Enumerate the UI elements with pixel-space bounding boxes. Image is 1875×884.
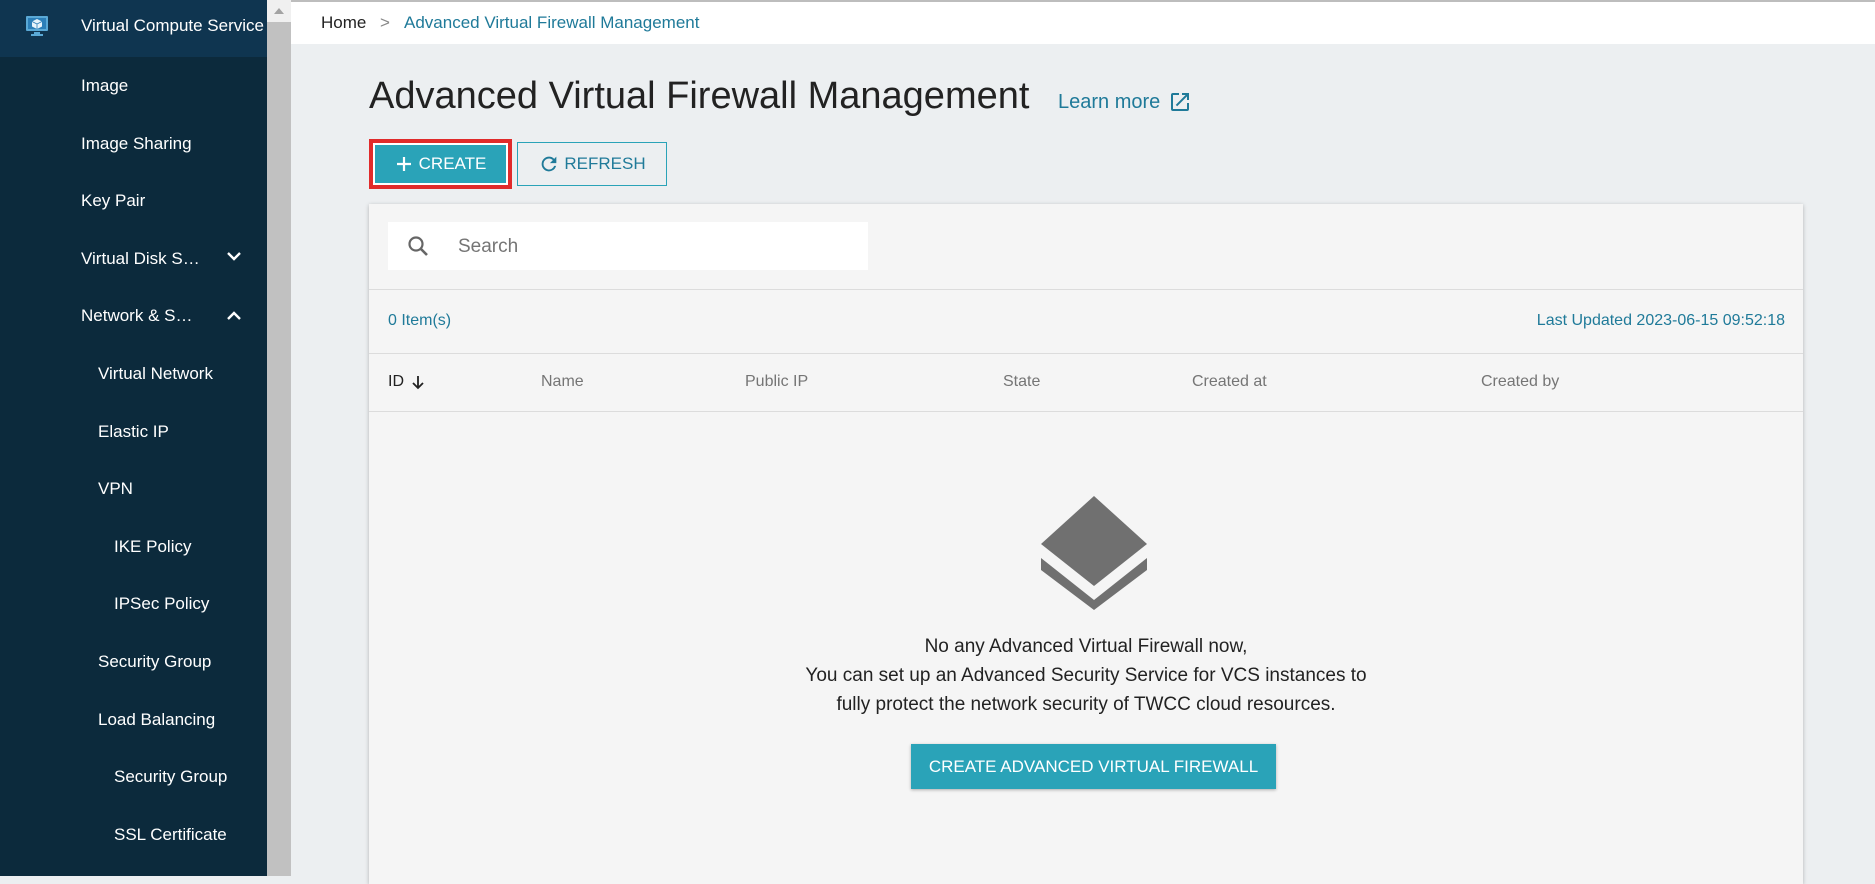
search-input[interactable] [456, 222, 860, 272]
column-header-created-by[interactable]: Created by [1481, 373, 1559, 391]
arrow-down-icon [412, 376, 424, 390]
refresh-icon [542, 156, 557, 172]
sidebar-item-lb-security-group[interactable]: Security Group [114, 767, 227, 787]
create-button[interactable]: CREATE [369, 139, 512, 189]
sidebar-item-load-balancing[interactable]: Load Balancing [98, 710, 215, 730]
items-count: 0 Item(s) [388, 312, 452, 329]
breadcrumb-home[interactable]: Home [321, 13, 366, 33]
sidebar-item-ssl-certificate[interactable]: SSL Certificate [114, 825, 227, 845]
sidebar-item-virtual-disk[interactable]: Virtual Disk S… [81, 249, 200, 269]
scroll-up-arrow-icon[interactable] [267, 0, 291, 22]
monitor-cube-icon [26, 16, 48, 36]
sidebar-item-ipsec-policy[interactable]: IPSec Policy [114, 594, 209, 614]
sidebar-scrollbar[interactable] [267, 0, 291, 876]
sidebar-item-security-group[interactable]: Security Group [98, 652, 211, 672]
divider [369, 289, 1803, 290]
sidebar-top-label: Virtual Compute Service [81, 16, 264, 35]
sidebar-item-image[interactable]: Image [81, 76, 128, 96]
column-header-created-at[interactable]: Created at [1192, 373, 1267, 391]
sidebar-item-key-pair[interactable]: Key Pair [81, 191, 145, 211]
breadcrumb-separator: > [380, 13, 390, 32]
search-icon [408, 236, 428, 256]
sidebar-item-ike-policy[interactable]: IKE Policy [114, 537, 191, 557]
divider [369, 353, 1803, 354]
last-updated: Last Updated 2023-06-15 09:52:18 [1536, 312, 1785, 329]
learn-more-link[interactable]: Learn more [1058, 90, 1192, 114]
sidebar-item-virtual-network[interactable]: Virtual Network [98, 364, 213, 384]
learn-more-label: Learn more [1058, 90, 1161, 113]
create-button-label: CREATE [418, 154, 487, 173]
divider [369, 411, 1803, 412]
search-box[interactable] [388, 222, 868, 272]
empty-state-line-3: fully protect the network security of TW… [836, 694, 1336, 715]
chevron-up-icon[interactable] [225, 307, 243, 325]
sidebar-item-virtual-compute-service[interactable]: Virtual Compute Service [0, 0, 267, 57]
sidebar-item-vpn[interactable]: VPN [98, 479, 133, 499]
column-header-id[interactable]: ID [388, 373, 426, 391]
empty-state-line-2: You can set up an Advanced Security Serv… [805, 665, 1367, 686]
chevron-down-icon[interactable] [225, 247, 243, 265]
sidebar-item-network-security[interactable]: Network & S… [81, 306, 192, 326]
plus-icon [396, 157, 411, 171]
create-advanced-virtual-firewall-button[interactable]: CREATE ADVANCED VIRTUAL FIREWALL [911, 744, 1276, 789]
sidebar-item-elastic-ip[interactable]: Elastic IP [98, 422, 169, 442]
empty-state-line-1: No any Advanced Virtual Firewall now, [924, 636, 1248, 657]
empty-state-message: No any Advanced Virtual Firewall now, Yo… [636, 632, 1536, 719]
refresh-button-label: REFRESH [564, 154, 646, 173]
layers-icon [1041, 496, 1147, 610]
breadcrumb: Home > Advanced Virtual Firewall Managem… [291, 0, 1875, 44]
external-link-icon [1171, 93, 1190, 111]
column-header-name[interactable]: Name [541, 373, 584, 391]
column-header-id-label: ID [388, 373, 404, 390]
column-header-public-ip[interactable]: Public IP [745, 373, 808, 391]
sidebar-item-image-sharing[interactable]: Image Sharing [81, 134, 192, 154]
refresh-button[interactable]: REFRESH [517, 142, 667, 186]
page-title: Advanced Virtual Firewall Management [369, 75, 1030, 117]
column-header-state[interactable]: State [1003, 373, 1040, 391]
firewall-list-panel: 0 Item(s) Last Updated 2023-06-15 09:52:… [369, 204, 1803, 884]
sidebar: Virtual Compute Service Image Image Shar… [0, 0, 267, 876]
breadcrumb-current[interactable]: Advanced Virtual Firewall Management [404, 13, 699, 33]
